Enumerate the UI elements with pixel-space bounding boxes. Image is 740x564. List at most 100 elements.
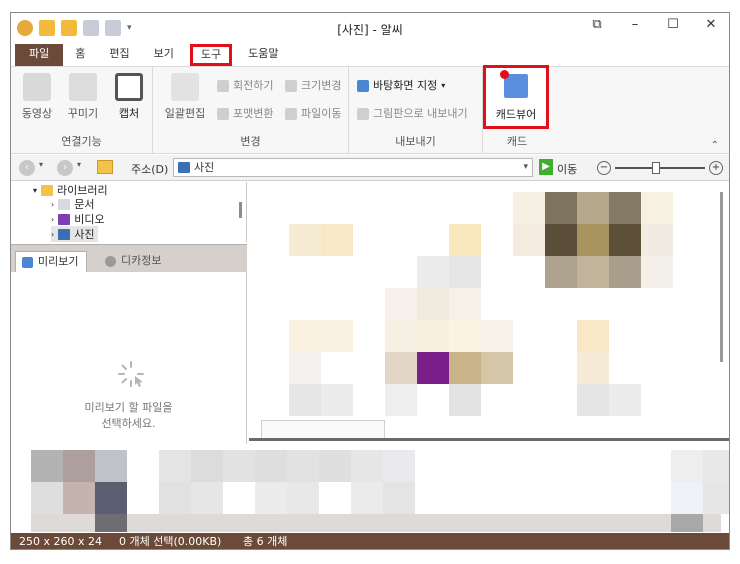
filmstrip-cell: [191, 482, 223, 514]
chevron-down-icon: ▾: [441, 81, 446, 90]
rotate-button[interactable]: 회전하기: [217, 77, 273, 95]
zoom-out-icon[interactable]: −: [597, 161, 611, 175]
collapse-icon[interactable]: ›: [51, 215, 54, 224]
expand-icon[interactable]: ▾: [33, 186, 37, 195]
ribbon: 동영상 꾸미기 캡처 연결기능 일괄편집 회전하기 크기변경 포맷변환 파일이동…: [11, 65, 729, 154]
filmstrip-band: [31, 514, 721, 532]
thumbnail-cell: [385, 320, 417, 352]
filmstrip-cell: [63, 450, 95, 482]
group-label-cad: 캐드: [506, 135, 528, 148]
preview-tabs: 미리보기 디카정보: [11, 244, 247, 273]
folder-up-icon[interactable]: [97, 160, 113, 174]
status-selection: 0 개체 선택(0.00KB): [119, 535, 222, 548]
move-file-button[interactable]: 파일이동: [285, 105, 341, 123]
zoom-thumb[interactable]: [651, 162, 660, 174]
back-icon[interactable]: ‹: [19, 160, 35, 176]
tab-help[interactable]: 도움말: [236, 44, 290, 66]
tab-camera-info[interactable]: 디카정보: [99, 251, 169, 273]
crop-icon: [115, 73, 143, 101]
horizontal-splitter[interactable]: [249, 438, 729, 441]
go-button[interactable]: 이동: [557, 161, 577, 177]
tree-item-documents[interactable]: › 문서: [51, 196, 94, 212]
filmstrip[interactable]: [11, 444, 729, 534]
tab-edit[interactable]: 편집: [97, 44, 141, 66]
thumbnail-tab[interactable]: [261, 420, 385, 438]
decorate-button[interactable]: 꾸미기: [63, 73, 103, 121]
folder-tree: ▾ 라이브러리 › 문서 › 비디오 › 사진: [11, 182, 247, 242]
filmstrip-cell: [223, 450, 255, 482]
minimize-icon[interactable]: –: [625, 17, 645, 32]
thumbnail-cell: [641, 192, 673, 224]
collapse-icon[interactable]: ›: [51, 200, 54, 209]
preview-panel: 미리보기 할 파일을 선택하세요.: [11, 272, 247, 444]
zoom-track: [615, 167, 705, 169]
forward-dropdown-icon[interactable]: ▾: [77, 160, 81, 169]
thumbnail-cell: [577, 320, 609, 352]
forward-icon[interactable]: ›: [57, 160, 73, 176]
batch-edit-button[interactable]: 일괄편집: [161, 73, 209, 121]
filmstrip-cell: [671, 450, 703, 482]
address-label: 주소(D): [131, 163, 169, 176]
collapse-ribbon-icon[interactable]: ⌃: [711, 140, 719, 151]
zoom-in-icon[interactable]: +: [709, 161, 723, 175]
capture-button[interactable]: 캡처: [109, 73, 149, 121]
thumbnail-cell: [609, 192, 641, 224]
tree-item-videos[interactable]: › 비디오: [51, 211, 105, 227]
paint-icon: [357, 108, 369, 120]
filmstrip-cell: [383, 450, 415, 482]
thumbnail-cell: [545, 256, 577, 288]
filmstrip-cell: [287, 450, 319, 482]
filmstrip-cell: [383, 482, 415, 514]
content-scrollbar[interactable]: [720, 192, 723, 362]
address-dropdown-icon[interactable]: ▾: [523, 159, 528, 176]
maximize-icon[interactable]: ☐: [663, 17, 683, 32]
file-list-area[interactable]: [249, 182, 729, 441]
tab-view[interactable]: 보기: [142, 44, 186, 66]
collapse-icon[interactable]: ›: [51, 230, 54, 239]
tab-tools[interactable]: 도구: [189, 44, 233, 66]
thumbnail-cell: [289, 352, 321, 384]
video-button[interactable]: 동영상: [17, 73, 57, 121]
zoom-slider[interactable]: − +: [597, 160, 723, 176]
videos-icon: [58, 213, 71, 225]
thumbnail-cell: [449, 384, 481, 416]
close-icon[interactable]: ✕: [701, 17, 721, 32]
group-label-export: 내보내기: [395, 135, 436, 148]
filmstrip-cell: [671, 482, 703, 514]
thumbnail-cell: [481, 352, 513, 384]
rotate-icon: [217, 80, 229, 92]
thumbnail-cell: [417, 352, 449, 384]
video-icon: [23, 73, 51, 101]
thumbnail-cell: [609, 384, 641, 416]
restore-icon[interactable]: ⧉: [587, 17, 607, 32]
thumbnail-cell: [577, 256, 609, 288]
thumbnail-cell: [577, 384, 609, 416]
cad-viewer-button[interactable]: 캐드뷰어: [483, 65, 549, 129]
address-input[interactable]: 사진 ▾: [173, 158, 533, 177]
go-icon[interactable]: ▶: [539, 159, 553, 175]
format-convert-button[interactable]: 포맷변환: [217, 105, 273, 123]
filmstrip-cell: [191, 450, 223, 482]
thumbnail-cell: [449, 256, 481, 288]
set-wallpaper-button[interactable]: 바탕화면 지정 ▾: [357, 77, 445, 95]
tab-file[interactable]: 파일: [15, 44, 64, 66]
status-total: 총 6 개체: [243, 535, 288, 548]
tree-item-pictures[interactable]: › 사진: [51, 226, 99, 242]
group-label-change: 변경: [240, 135, 261, 148]
batch-edit-icon: [171, 73, 199, 101]
filmstrip-cell: [671, 514, 703, 532]
format-icon: [217, 108, 229, 120]
filmstrip-cell: [703, 482, 729, 514]
info-icon: [105, 256, 116, 267]
filmstrip-cell: [31, 482, 63, 514]
back-dropdown-icon[interactable]: ▾: [39, 160, 43, 169]
documents-icon: [58, 198, 71, 210]
resize-button[interactable]: 크기변경: [285, 77, 341, 95]
tree-scrollbar[interactable]: [239, 202, 242, 218]
tab-home[interactable]: 홈: [63, 44, 97, 66]
thumbnail-cell: [513, 224, 545, 256]
export-paint-button[interactable]: 그림판으로 내보내기: [357, 105, 468, 123]
thumbnail-cell: [609, 256, 641, 288]
filmstrip-cell: [95, 514, 127, 532]
tab-preview[interactable]: 미리보기: [15, 251, 88, 273]
